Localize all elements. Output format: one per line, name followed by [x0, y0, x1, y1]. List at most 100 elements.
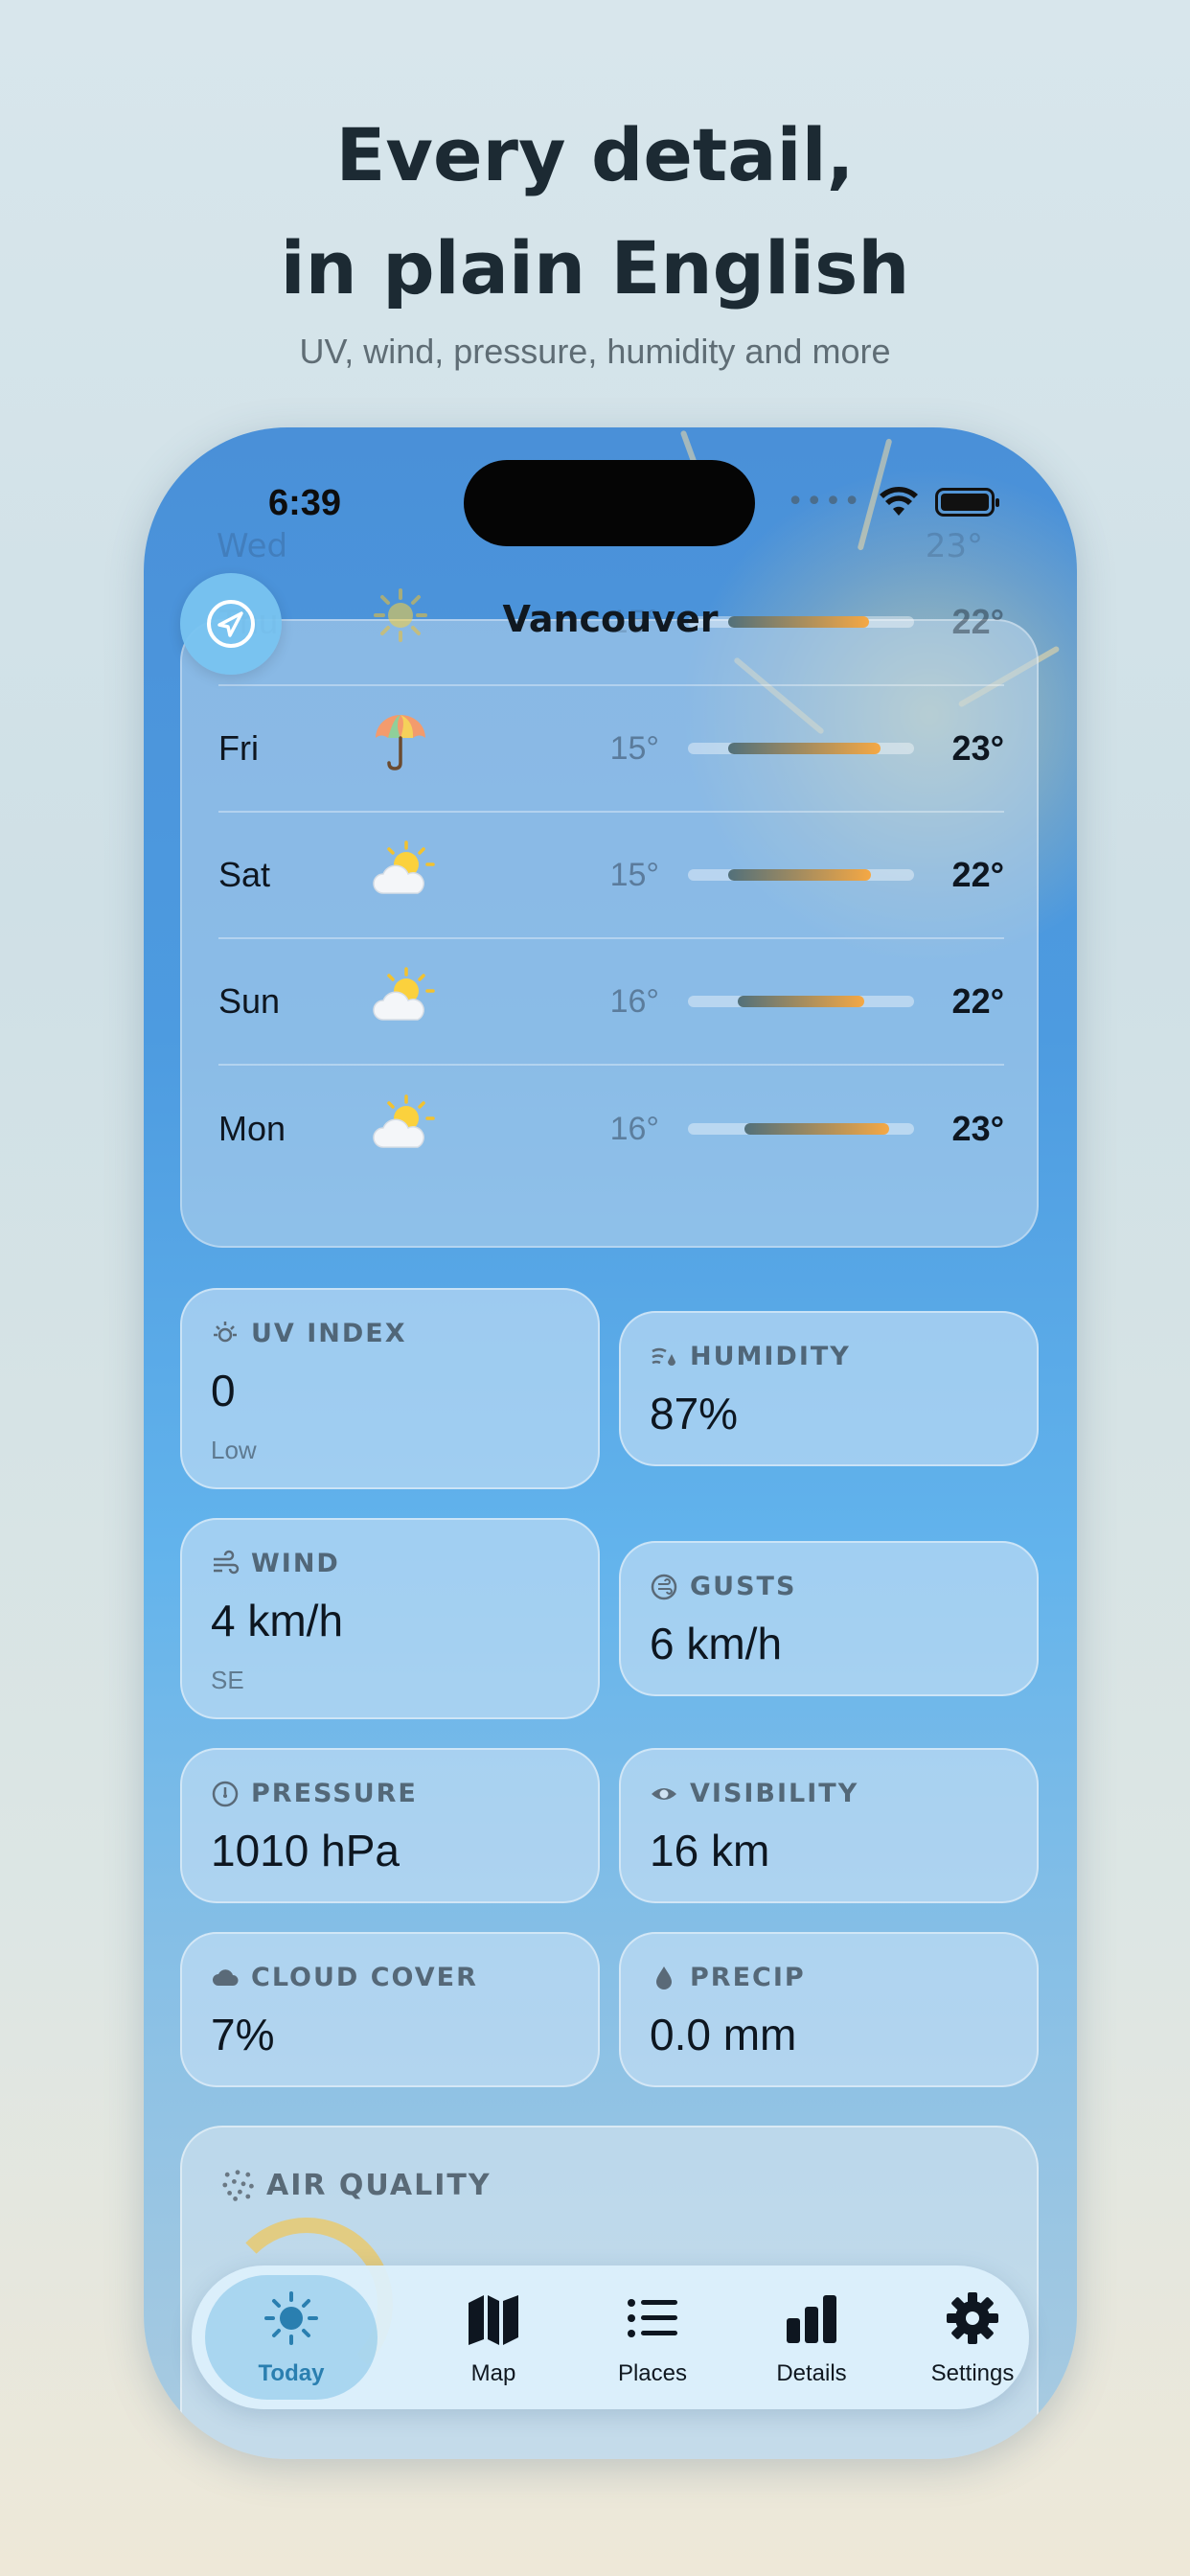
- wind-label-row: WIND: [211, 1549, 340, 1578]
- cloud-cover-label-row: CLOUD COVER: [211, 1963, 478, 1992]
- uv-index-label: UV INDEX: [251, 1319, 407, 1348]
- precip-value: 0.0 mm: [650, 2010, 797, 2059]
- humidity-value: 87%: [650, 1389, 739, 1438]
- air-particles-icon: [222, 2170, 254, 2201]
- tab-label: Today: [258, 2360, 325, 2386]
- sun-icon: [261, 2288, 322, 2349]
- temperature-range-bar: [688, 1123, 914, 1135]
- gear-icon: [942, 2288, 1003, 2349]
- partly-cloudy-icon: [372, 840, 563, 910]
- forecast-row[interactable]: Fri 15° 23°: [218, 686, 1004, 813]
- map-icon: [463, 2288, 524, 2349]
- cloud-cover-value: 7%: [211, 2010, 275, 2059]
- forecast-high: 22°: [951, 855, 1004, 894]
- raindrop-icon: [656, 1966, 672, 1990]
- umbrella-icon: [372, 711, 563, 786]
- forecast-day: Sat: [218, 855, 271, 894]
- precip-label-row: PRECIP: [650, 1963, 806, 1992]
- cloud-icon: [213, 1968, 239, 1986]
- eye-icon: [652, 1787, 676, 1800]
- gusts-icon: [651, 1574, 677, 1599]
- headline-line-2: in plain English: [280, 225, 910, 310]
- forecast-day: Mon: [218, 1109, 286, 1148]
- bar-chart-icon: [781, 2288, 842, 2349]
- pressure-label: PRESSURE: [251, 1779, 418, 1808]
- uv-index-sub: Low: [211, 1436, 257, 1464]
- list-icon: [622, 2288, 683, 2349]
- tab-bar: Today Map Places Details Settings: [192, 2266, 1029, 2409]
- wind-direction: SE: [211, 1666, 244, 1694]
- temperature-range-fill: [728, 869, 872, 881]
- headline-line-1: Every detail,: [335, 112, 855, 197]
- cloud-cover-card[interactable]: CLOUD COVER 7%: [180, 1932, 600, 2087]
- wind-card[interactable]: WIND 4 km/h SE: [180, 1518, 600, 1719]
- gusts-card[interactable]: GUSTS 6 km/h: [619, 1541, 1039, 1696]
- temperature-range-bar: [688, 869, 914, 881]
- uv-index-value: 0: [211, 1366, 236, 1415]
- tab-label: Details: [776, 2360, 847, 2386]
- gusts-value: 6 km/h: [650, 1619, 783, 1668]
- temperature-range-fill: [737, 996, 865, 1007]
- forecast-high: 23°: [951, 728, 1004, 768]
- forecast-row[interactable]: Sun 16° 22°: [218, 939, 1004, 1066]
- city-name[interactable]: Vancouver: [144, 598, 1077, 640]
- tab-label: Settings: [930, 2360, 1015, 2386]
- battery-icon: [935, 487, 999, 517]
- tab-map[interactable]: Map: [414, 2266, 573, 2409]
- signal-dots-icon: ••••: [787, 485, 862, 518]
- gusts-label-row: GUSTS: [650, 1572, 796, 1601]
- status-icons: ••••: [787, 485, 999, 518]
- humidity-icon: [652, 1347, 675, 1366]
- precip-label: PRECIP: [690, 1963, 806, 1992]
- partly-cloudy-icon: [372, 966, 563, 1037]
- wifi-icon: [880, 486, 918, 516]
- forecast-day: Fri: [218, 728, 259, 768]
- temperature-range-fill: [728, 743, 881, 754]
- forecast-low: 15°: [609, 729, 659, 767]
- forecast-row[interactable]: Mon 16° 23°: [218, 1066, 1004, 1192]
- subheadline: UV, wind, pressure, humidity and more: [299, 332, 891, 371]
- forecast-row[interactable]: Sat 15° 22°: [218, 813, 1004, 939]
- tab-label: Map: [470, 2360, 516, 2386]
- forecast-low: 16°: [609, 1110, 659, 1147]
- visibility-label-row: VISIBILITY: [650, 1779, 858, 1808]
- cloud-cover-label: CLOUD COVER: [251, 1963, 478, 1992]
- temperature-range-bar: [688, 743, 914, 754]
- precip-card[interactable]: PRECIP 0.0 mm: [619, 1932, 1039, 2087]
- wind-icon: [214, 1550, 240, 1574]
- tab-today[interactable]: Today: [205, 2275, 378, 2400]
- pressure-card[interactable]: PRESSURE 1010 hPa: [180, 1748, 600, 1903]
- forecast-day: Sun: [218, 981, 281, 1021]
- partly-cloudy-icon: [372, 1093, 563, 1164]
- pressure-value: 1010 hPa: [211, 1826, 400, 1875]
- status-time: 6:39: [268, 483, 342, 523]
- air-quality-label: AIR QUALITY: [266, 2168, 492, 2202]
- visibility-card[interactable]: VISIBILITY 16 km: [619, 1748, 1039, 1903]
- gauge-icon: [212, 1781, 239, 1806]
- uv-index-card[interactable]: UV INDEX 0 Low: [180, 1288, 600, 1489]
- tab-places[interactable]: Places: [573, 2266, 732, 2409]
- temperature-range-fill: [744, 1123, 890, 1135]
- humidity-card[interactable]: HUMIDITY 87%: [619, 1311, 1039, 1466]
- tab-label: Places: [617, 2360, 688, 2386]
- location-button[interactable]: [180, 573, 282, 675]
- forecast-low: 16°: [609, 982, 659, 1020]
- forecast-low: 15°: [609, 856, 659, 893]
- forecast-high: 22°: [951, 981, 1004, 1021]
- gusts-label: GUSTS: [690, 1572, 797, 1601]
- phone-screen: 6:39 •••• Wed 23° Thu15°22°Fri15°23°Sat1…: [144, 427, 1077, 2459]
- daily-forecast-card: Thu15°22°Fri15°23°Sat15°22°Sun16°22°Mon1…: [180, 588, 1039, 1248]
- humidity-label-row: HUMIDITY: [650, 1342, 851, 1371]
- humidity-label: HUMIDITY: [690, 1342, 851, 1371]
- tab-settings[interactable]: Settings: [893, 2266, 1052, 2409]
- location-arrow-icon: [207, 600, 255, 648]
- air-quality-label-row: AIR QUALITY: [220, 2168, 492, 2202]
- temperature-range-bar: [688, 996, 914, 1007]
- tab-details[interactable]: Details: [732, 2266, 891, 2409]
- forecast-high: 23°: [951, 1109, 1004, 1148]
- wind-value: 4 km/h: [211, 1596, 344, 1645]
- uv-index-label-row: UV INDEX: [211, 1319, 407, 1348]
- sun-small-icon: [214, 1321, 237, 1342]
- visibility-label: VISIBILITY: [690, 1779, 859, 1808]
- pressure-label-row: PRESSURE: [211, 1779, 418, 1808]
